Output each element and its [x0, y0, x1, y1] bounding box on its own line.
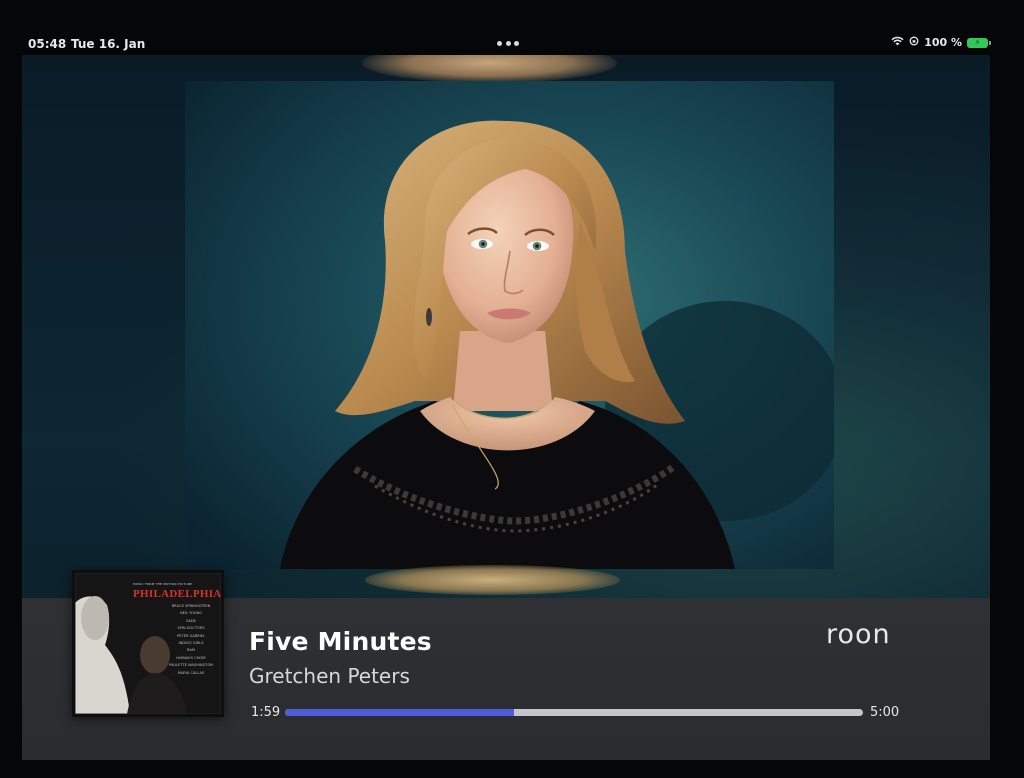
album-cover[interactable]: PHILADELPHIA MUSIC FROM THE MOTION PICTU… — [72, 570, 224, 717]
status-time: 05:48 — [28, 37, 67, 51]
album-cover-artist-3: SADE — [186, 618, 196, 623]
artist-photo — [185, 81, 834, 569]
album-cover-tracklist: BRUCE SPRINGSTEEN NEIL YOUNG SADE SPIN D… — [165, 603, 217, 677]
elapsed-time: 1:59 — [251, 705, 281, 720]
status-bar: 05:48 Tue 16. Jan 100 % ⚡ — [0, 0, 1024, 55]
progress-bar[interactable] — [285, 709, 863, 716]
battery-charging-icon: ⚡ — [967, 37, 991, 48]
total-duration: 5:00 — [870, 705, 900, 720]
album-cover-artist-7: RAM — [187, 648, 195, 653]
album-cover-artist-8: HUMAN'S CHOIR — [176, 655, 206, 660]
album-cover-artist-1: BRUCE SPRINGSTEEN — [171, 604, 211, 608]
album-cover-artist-6: INDIGO GIRLS — [178, 641, 204, 646]
background-glow — [362, 55, 617, 83]
album-cover-artist-4: SPIN DOCTORS — [177, 626, 205, 631]
album-cover-artist-9: PAULETTE WASHINGTON — [169, 663, 213, 668]
album-cover-artist-5: PETER GABRIEL — [176, 633, 206, 638]
now-playing-screen: PHILADELPHIA MUSIC FROM THE MOTION PICTU… — [22, 55, 990, 760]
progress-fill — [285, 709, 515, 716]
track-title[interactable]: Five Minutes — [249, 627, 432, 656]
more-dots-icon[interactable] — [497, 41, 519, 47]
album-cover-artist-2: NEIL YOUNG — [179, 611, 203, 616]
track-artist[interactable]: Gretchen Peters — [249, 664, 410, 688]
roon-logo: roon — [826, 619, 891, 650]
status-indicators: 100 % ⚡ — [891, 36, 991, 49]
album-cover-artist-10: MARIA CALLAS — [177, 670, 205, 675]
album-cover-subtitle: MUSIC FROM THE MOTION PICTURE — [133, 582, 193, 586]
wifi-icon — [891, 36, 904, 49]
status-date: Tue 16. Jan — [71, 37, 146, 51]
orientation-lock-icon — [909, 36, 919, 49]
bottom-glow — [365, 565, 620, 595]
battery-percent: 100 % — [924, 36, 962, 49]
album-cover-title: PHILADELPHIA — [133, 588, 222, 600]
